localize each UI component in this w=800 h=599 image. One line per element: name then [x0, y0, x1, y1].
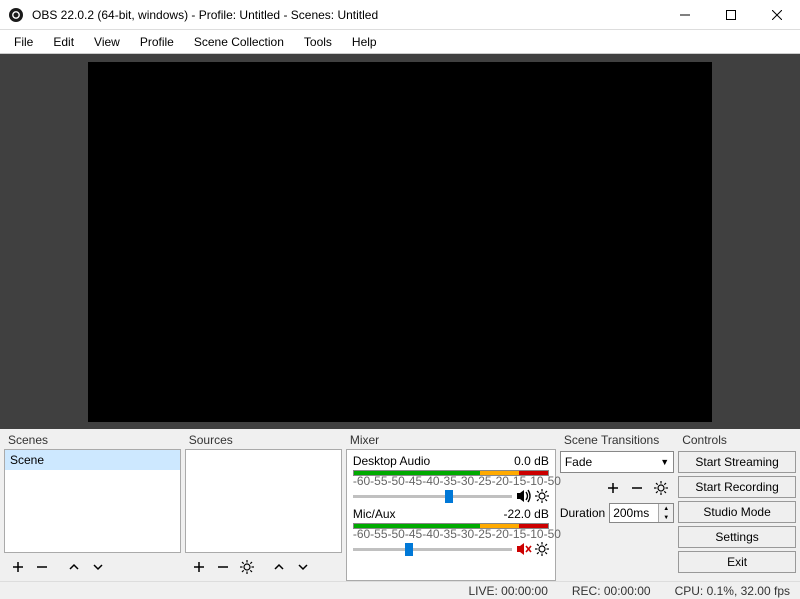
transition-add-button[interactable] — [602, 477, 624, 499]
controls-panel: Controls Start Streaming Start Recording… — [678, 431, 796, 581]
spin-up-button[interactable]: ▲ — [659, 504, 673, 513]
preview-area — [0, 54, 800, 429]
scene-remove-button[interactable] — [31, 556, 53, 578]
mixer-panel: Mixer Desktop Audio 0.0 dB -60-55-50-45-… — [346, 431, 556, 581]
source-move-up-button[interactable] — [268, 556, 290, 578]
preview-canvas[interactable] — [88, 62, 712, 422]
window-title: OBS 22.0.2 (64-bit, windows) - Profile: … — [26, 8, 662, 22]
scenes-panel: Scenes Scene — [4, 431, 181, 581]
menu-tools[interactable]: Tools — [294, 32, 342, 52]
duration-label: Duration — [560, 506, 605, 520]
speaker-muted-icon[interactable] — [516, 542, 532, 556]
mixer-title: Mixer — [346, 431, 556, 449]
settings-button[interactable]: Settings — [678, 526, 796, 548]
mixer-channel-name: Mic/Aux — [353, 507, 396, 521]
scene-item[interactable]: Scene — [5, 450, 180, 470]
maximize-button[interactable] — [708, 0, 754, 30]
duration-spinbox[interactable]: ▲ ▼ — [609, 503, 674, 523]
source-move-down-button[interactable] — [292, 556, 314, 578]
gear-icon[interactable] — [535, 542, 549, 556]
exit-button[interactable]: Exit — [678, 551, 796, 573]
menu-view[interactable]: View — [84, 32, 130, 52]
speaker-icon[interactable] — [516, 489, 532, 503]
app-icon — [6, 5, 26, 25]
start-streaming-button[interactable]: Start Streaming — [678, 451, 796, 473]
menu-profile[interactable]: Profile — [130, 32, 184, 52]
status-rec: REC: 00:00:00 — [572, 584, 651, 598]
gear-icon[interactable] — [535, 489, 549, 503]
transitions-title: Scene Transitions — [560, 431, 674, 449]
transition-remove-button[interactable] — [626, 477, 648, 499]
spin-down-button[interactable]: ▼ — [659, 513, 673, 522]
volume-meter — [353, 523, 549, 529]
chevron-down-icon: ▼ — [660, 457, 669, 467]
scenes-title: Scenes — [4, 431, 181, 449]
start-recording-button[interactable]: Start Recording — [678, 476, 796, 498]
status-cpu: CPU: 0.1%, 32.00 fps — [675, 584, 790, 598]
scene-add-button[interactable] — [7, 556, 29, 578]
duration-input[interactable] — [610, 504, 658, 522]
source-remove-button[interactable] — [212, 556, 234, 578]
source-properties-button[interactable] — [236, 556, 258, 578]
menu-scene-collection[interactable]: Scene Collection — [184, 32, 294, 52]
scenes-list[interactable]: Scene — [4, 449, 181, 553]
status-live: LIVE: 00:00:00 — [468, 584, 547, 598]
mixer-channel-db: 0.0 dB — [514, 454, 549, 468]
sources-title: Sources — [185, 431, 342, 449]
meter-ticks: -60-55-50-45-40-35-30-25-20-15-10-50 — [353, 529, 549, 539]
source-add-button[interactable] — [188, 556, 210, 578]
transitions-panel: Scene Transitions Fade ▼ Duration ▲ ▼ — [560, 431, 674, 581]
menubar: File Edit View Profile Scene Collection … — [0, 30, 800, 54]
transition-select[interactable]: Fade ▼ — [560, 451, 674, 473]
sources-list[interactable] — [185, 449, 342, 553]
dock-panels: Scenes Scene Sources Mixer — [0, 429, 800, 581]
mixer-channel-mic-aux: Mic/Aux -22.0 dB -60-55-50-45-40-35-30-2… — [353, 507, 549, 558]
close-button[interactable] — [754, 0, 800, 30]
mixer-channel-name: Desktop Audio — [353, 454, 430, 468]
mixer-channel-desktop-audio: Desktop Audio 0.0 dB -60-55-50-45-40-35-… — [353, 454, 549, 505]
titlebar: OBS 22.0.2 (64-bit, windows) - Profile: … — [0, 0, 800, 30]
transition-selected: Fade — [565, 455, 592, 469]
mixer-channel-db: -22.0 dB — [503, 507, 548, 521]
volume-slider[interactable] — [353, 495, 512, 498]
menu-help[interactable]: Help — [342, 32, 387, 52]
studio-mode-button[interactable]: Studio Mode — [678, 501, 796, 523]
meter-ticks: -60-55-50-45-40-35-30-25-20-15-10-50 — [353, 476, 549, 486]
minimize-button[interactable] — [662, 0, 708, 30]
scene-move-down-button[interactable] — [87, 556, 109, 578]
controls-title: Controls — [678, 431, 796, 449]
volume-slider[interactable] — [353, 548, 512, 551]
scene-move-up-button[interactable] — [63, 556, 85, 578]
menu-edit[interactable]: Edit — [43, 32, 84, 52]
transition-properties-button[interactable] — [650, 477, 672, 499]
sources-panel: Sources — [185, 431, 342, 581]
menu-file[interactable]: File — [4, 32, 43, 52]
status-bar: LIVE: 00:00:00 REC: 00:00:00 CPU: 0.1%, … — [0, 581, 800, 599]
volume-meter — [353, 470, 549, 476]
